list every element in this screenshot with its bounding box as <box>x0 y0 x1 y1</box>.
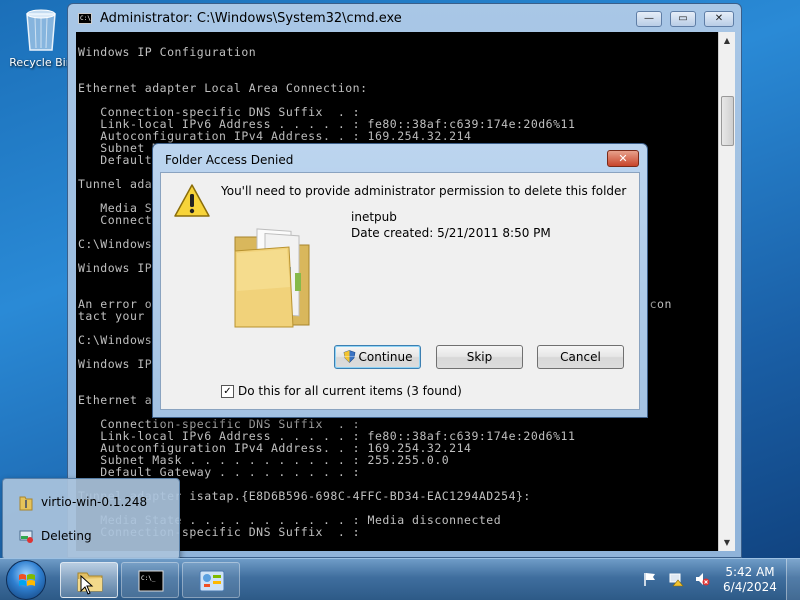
uac-shield-icon <box>343 348 356 363</box>
close-button[interactable]: ✕ <box>704 11 734 27</box>
item-date-created: Date created: 5/21/2011 8:50 PM <box>351 226 551 240</box>
apply-to-all-checkbox[interactable]: ✓ <box>221 385 234 398</box>
dialog-title: Folder Access Denied <box>165 153 294 167</box>
recycle-bin-icon <box>21 6 61 52</box>
volume-muted-icon[interactable] <box>694 571 710 587</box>
dialog-close-button[interactable]: ✕ <box>607 150 639 167</box>
taskbar-control-panel-button[interactable] <box>182 562 240 598</box>
dialog-content: You'll need to provide administrator per… <box>160 172 640 410</box>
dialog-message: You'll need to provide administrator per… <box>221 184 627 198</box>
skip-button[interactable]: Skip <box>436 345 523 369</box>
delete-progress-icon <box>19 529 33 543</box>
scroll-up-icon[interactable]: ▲ <box>719 32 735 49</box>
clock-time: 5:42 AM <box>725 565 775 579</box>
zip-folder-icon <box>19 495 33 511</box>
item-name: inetpub <box>351 210 397 224</box>
jump-item-label: virtio-win-0.1.248 <box>41 495 148 509</box>
cancel-button[interactable]: Cancel <box>537 345 624 369</box>
apply-to-all-label[interactable]: Do this for all current items (3 found) <box>238 384 462 398</box>
taskbar-thumbnail-popup[interactable]: virtio-win-0.1.248 Deleting <box>2 478 180 560</box>
taskbar: C:\_ 5:42 AM 6/4/2024 <box>0 558 800 600</box>
continue-label: Continue <box>358 350 413 364</box>
maximize-button[interactable]: ▭ <box>670 11 696 27</box>
scroll-down-icon[interactable]: ▼ <box>719 534 735 551</box>
jump-item-label: Deleting <box>41 529 92 543</box>
continue-button[interactable]: Continue <box>334 345 421 369</box>
console-line: Windows IP Configuration <box>78 45 257 59</box>
start-button[interactable] <box>6 560 46 600</box>
console-icon <box>78 13 92 24</box>
cmd-window-title: Administrator: C:\Windows\System32\cmd.e… <box>100 11 402 26</box>
clock-date: 6/4/2024 <box>723 580 777 594</box>
svg-text:C:\_: C:\_ <box>141 575 156 582</box>
windows-logo-icon <box>18 572 36 590</box>
minimize-button[interactable]: — <box>636 11 662 27</box>
console-icon: C:\_ <box>138 569 164 593</box>
taskbar-cmd-button[interactable]: C:\_ <box>121 562 179 598</box>
warning-icon <box>173 183 211 219</box>
console-line: Default Gateway . . . . . . . . . : <box>78 465 361 479</box>
control-panel-icon <box>199 569 225 593</box>
mouse-cursor-icon <box>80 574 94 595</box>
scroll-thumb[interactable] <box>721 96 734 146</box>
taskbar-clock[interactable]: 5:42 AM 6/4/2024 <box>722 565 778 595</box>
folder-access-denied-dialog[interactable]: Folder Access Denied ✕ You'll need to pr… <box>152 143 648 418</box>
cmd-titlebar[interactable]: Administrator: C:\Windows\System32\cmd.e… <box>68 4 741 32</box>
console-scrollbar[interactable]: ▲ ▼ <box>718 32 735 551</box>
folder-icon <box>229 207 319 337</box>
console-line: Ethernet adapter Local Area Connection: <box>78 81 368 95</box>
recycle-bin-label: Recycle Bin <box>9 56 73 69</box>
recycle-bin-desktop-icon[interactable]: Recycle Bin <box>6 6 76 69</box>
show-desktop-button[interactable] <box>786 559 800 600</box>
action-center-flag-icon[interactable] <box>642 571 658 587</box>
network-warning-icon[interactable] <box>668 571 684 587</box>
